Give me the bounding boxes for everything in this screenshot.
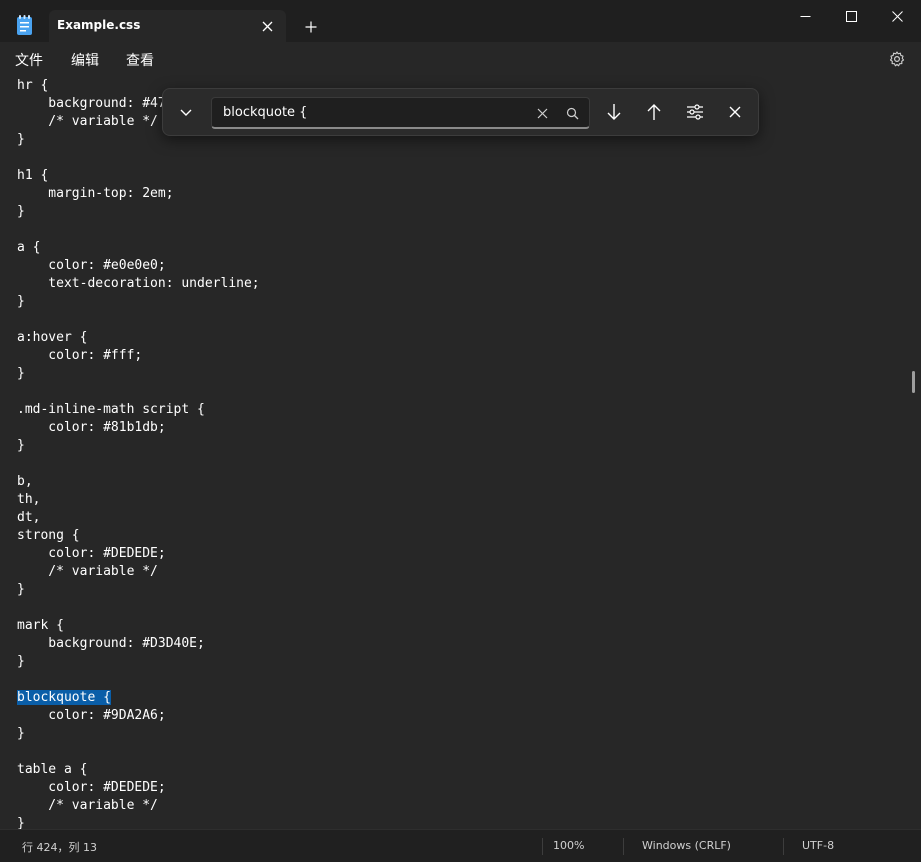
arrow-down-icon[interactable] (599, 97, 629, 127)
code-line: color: #fff; (17, 348, 143, 363)
menu-bar: 文件 编辑 查看 (0, 42, 921, 75)
plus-icon[interactable] (300, 16, 322, 38)
status-bar: 行 424，列 13 100% Windows (CRLF) UTF-8 (0, 829, 921, 862)
code-line: } (17, 726, 25, 741)
code-line: /* variable */ (17, 798, 158, 813)
clear-icon[interactable] (527, 98, 557, 128)
code-line: b, (17, 474, 33, 489)
code-line: table a { (17, 762, 88, 777)
code-line: color: #e0e0e0; (17, 258, 166, 273)
code-line: .md-inline-math script { (17, 402, 205, 417)
status-separator (542, 838, 543, 855)
code-line: a:hover { (17, 330, 88, 345)
arrow-up-icon[interactable] (639, 97, 669, 127)
find-panel: blockquote { (162, 88, 759, 136)
code-line: strong { (17, 528, 80, 543)
code-line: } (17, 582, 25, 597)
code-line: } (17, 654, 25, 669)
code-line: /* variable */ (17, 564, 158, 579)
minimize-icon[interactable] (782, 2, 828, 30)
code-line: } (17, 366, 25, 381)
code-text[interactable]: hr { background: #47 /* variable */ } h1… (17, 77, 260, 829)
search-match: blockquote { (17, 690, 111, 705)
menu-file[interactable]: 文件 (15, 50, 43, 70)
code-line: color: #DEDEDE; (17, 546, 166, 561)
menu-view[interactable]: 查看 (126, 50, 154, 70)
code-line: h1 { (17, 168, 49, 183)
code-line: color: #DEDEDE; (17, 780, 166, 795)
code-line: color: #81b1db; (17, 420, 166, 435)
code-line: a { (17, 240, 41, 255)
cursor-position: 行 424，列 13 (22, 841, 97, 854)
code-line: margin-top: 2em; (17, 186, 174, 201)
close-icon[interactable] (257, 16, 277, 36)
code-line: th, (17, 492, 41, 507)
window-close-icon[interactable] (874, 2, 920, 30)
scrollbar-thumb[interactable] (912, 371, 915, 393)
search-icon[interactable] (557, 98, 587, 128)
code-line: text-decoration: underline; (17, 276, 260, 291)
status-separator (783, 838, 784, 855)
maximize-icon[interactable] (828, 2, 874, 30)
code-line: } (17, 438, 25, 453)
title-bar: Example.css (0, 0, 921, 42)
options-icon[interactable] (680, 97, 710, 127)
tab-title: Example.css (57, 18, 141, 32)
code-line-highlighted: blockquote { (17, 689, 260, 707)
menu-edit[interactable]: 编辑 (71, 50, 99, 70)
find-input-value: blockquote { (223, 105, 308, 120)
notepad-icon (15, 14, 35, 36)
code-line: } (17, 816, 25, 829)
status-separator (623, 838, 624, 855)
code-line: dt, (17, 510, 41, 525)
line-ending[interactable]: Windows (CRLF) (642, 839, 731, 852)
chevron-down-icon[interactable] (171, 97, 201, 127)
gear-icon[interactable] (887, 49, 907, 69)
code-line: color: #9DA2A6; (17, 708, 166, 723)
code-line: } (17, 204, 25, 219)
zoom-level[interactable]: 100% (553, 839, 584, 852)
encoding[interactable]: UTF-8 (802, 839, 834, 852)
code-line: mark { (17, 618, 64, 633)
code-line: } (17, 294, 25, 309)
find-input[interactable]: blockquote { (211, 97, 590, 129)
code-line: background: #D3D40E; (17, 636, 205, 651)
editor[interactable]: hr { background: #47 /* variable */ } h1… (0, 75, 921, 829)
tab-example-css[interactable]: Example.css (49, 10, 286, 42)
close-icon[interactable] (720, 97, 750, 127)
